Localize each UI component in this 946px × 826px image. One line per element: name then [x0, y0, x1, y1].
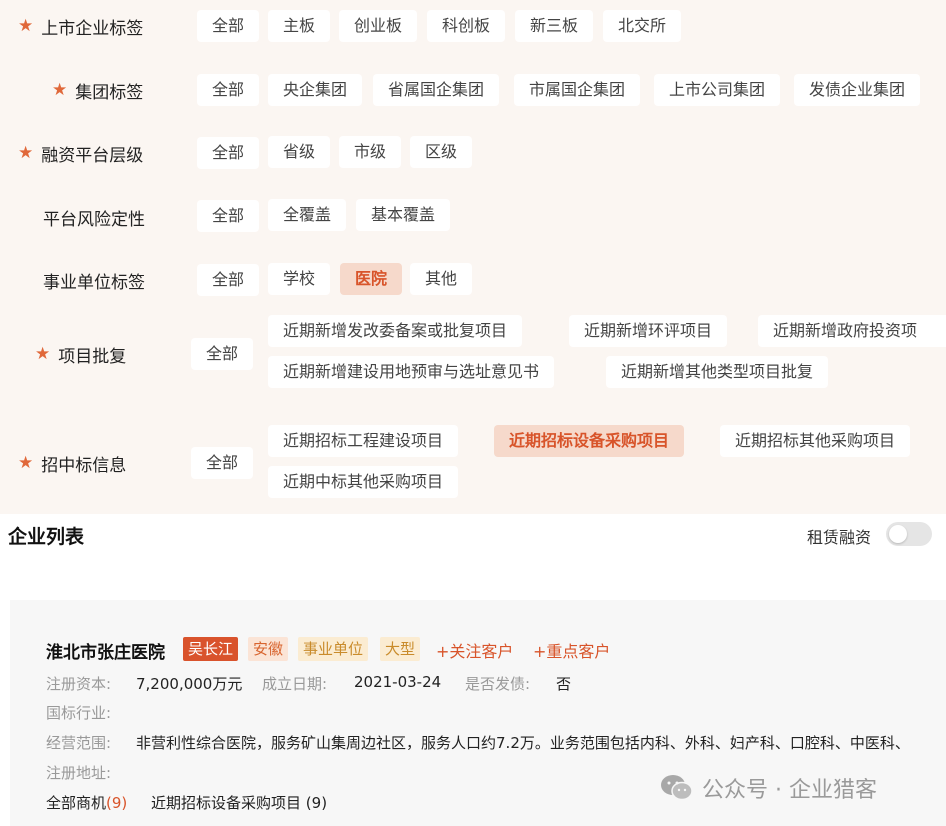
tag-level-all[interactable]: 全部 [197, 137, 260, 169]
bond-key: 是否发债: [465, 675, 531, 693]
tag-approval-gov-investment[interactable]: 近期新增政府投资项 [758, 315, 946, 347]
required-star-icon: ★ [18, 16, 34, 36]
required-star-icon: ★ [18, 453, 34, 473]
institution-label-row: 事业单位标签 [43, 268, 145, 293]
tag-institution-hospital[interactable]: 医院 [340, 263, 403, 295]
scope-key: 经营范围: [46, 734, 112, 752]
toggle-knob [889, 525, 907, 543]
tag-level-provincial[interactable]: 省级 [268, 136, 331, 168]
required-star-icon: ★ [18, 143, 34, 163]
tag-institution-school[interactable]: 学校 [268, 263, 331, 295]
watermark: 公众号 · 企业猎客 [660, 772, 877, 804]
industry-key: 国标行业: [46, 704, 112, 722]
bid-opportunities-label: 近期招标设备采购项目 [151, 794, 302, 812]
tag-risk-basic[interactable]: 基本覆盖 [356, 199, 451, 231]
platform-level-label-row: ★ 融资平台层级 [18, 141, 144, 167]
bidding-label-row: ★ 招中标信息 [18, 451, 127, 477]
bid-equipment-opportunities-link[interactable]: 近期招标设备采购项目 (9) [151, 792, 327, 813]
tag-bidding-all[interactable]: 全部 [191, 447, 254, 479]
tag-institution-all[interactable]: 全部 [197, 264, 260, 296]
tag-level-district[interactable]: 区级 [410, 136, 473, 168]
address-key: 注册地址: [46, 764, 112, 782]
listing-label: 上市企业标签 [41, 19, 144, 39]
filter-panel: ★ 上市企业标签 全部 主板 创业板 科创板 新三板 北交所 ★ 集团标签 全部… [0, 0, 946, 514]
tag-group-provincial-soe[interactable]: 省属国企集团 [373, 74, 500, 106]
bidding-label: 招中标信息 [41, 456, 127, 476]
tag-approval-land-use[interactable]: 近期新增建设用地预审与选址意见书 [268, 356, 555, 388]
tag-group-listed-company[interactable]: 上市公司集团 [654, 74, 781, 106]
company-name[interactable]: 淮北市张庄医院 [46, 638, 165, 663]
bid-opportunities-count: (9) [305, 794, 328, 812]
tag-approval-all[interactable]: 全部 [191, 338, 254, 370]
badge-contact: 吴长江 [183, 637, 239, 661]
capital-key: 注册资本: [46, 675, 112, 693]
tag-bidding-other-tender[interactable]: 近期招标其他采购项目 [720, 425, 911, 457]
tag-approval-eia[interactable]: 近期新增环评项目 [569, 315, 728, 347]
lease-financing-toggle[interactable] [886, 522, 932, 546]
tag-risk-all[interactable]: 全部 [197, 200, 260, 232]
listing-label-row: ★ 上市企业标签 [18, 14, 144, 40]
capital-value: 7,200,000万元 [136, 675, 243, 693]
badge-region: 安徽 [248, 637, 289, 661]
follow-client-button[interactable]: +关注客户 [436, 638, 513, 662]
founded-value: 2021-03-24 [354, 673, 442, 691]
badge-size: 大型 [380, 637, 421, 661]
founded-key: 成立日期: [262, 675, 328, 693]
tag-listing-star-market[interactable]: 科创板 [427, 10, 506, 42]
tag-approval-other[interactable]: 近期新增其他类型项目批复 [606, 356, 829, 388]
tag-risk-full[interactable]: 全覆盖 [268, 199, 347, 231]
tag-group-bond-issuer[interactable]: 发债企业集团 [794, 74, 921, 106]
badge-type: 事业单位 [298, 637, 369, 661]
project-approval-label: 项目批复 [58, 347, 127, 367]
tag-level-municipal[interactable]: 市级 [339, 136, 402, 168]
company-list-title: 企业列表 [8, 526, 85, 548]
tag-institution-other[interactable]: 其他 [410, 263, 473, 295]
lease-financing-label: 租赁融资 [807, 528, 872, 547]
tag-group-municipal-soe[interactable]: 市属国企集团 [514, 74, 641, 106]
tag-group-all[interactable]: 全部 [197, 74, 260, 106]
scope-value: 非营利性综合医院，服务矿山集周边社区，服务人口约7.2万。业务范围包括内科、外科… [136, 734, 910, 752]
tag-listing-neeq[interactable]: 新三板 [515, 10, 594, 42]
platform-risk-label-row: 平台风险定性 [43, 205, 145, 230]
all-opportunities-count: (9) [106, 794, 128, 812]
tag-listing-all[interactable]: 全部 [197, 10, 260, 42]
platform-level-label: 融资平台层级 [41, 146, 144, 166]
key-client-button[interactable]: +重点客户 [533, 638, 610, 662]
tag-bidding-construction[interactable]: 近期招标工程建设项目 [268, 425, 459, 457]
all-opportunities-label: 全部商机 [46, 794, 107, 812]
tag-approval-ndrc[interactable]: 近期新增发改委备案或批复项目 [268, 315, 523, 347]
wechat-icon [661, 775, 693, 801]
all-opportunities-link[interactable]: 全部商机(9) [46, 792, 127, 813]
group-label: 集团标签 [75, 83, 144, 103]
required-star-icon: ★ [35, 344, 51, 364]
tag-bidding-equipment[interactable]: 近期招标设备采购项目 [494, 425, 685, 457]
tag-listing-main-board[interactable]: 主板 [268, 10, 331, 42]
tag-bidding-other-award[interactable]: 近期中标其他采购项目 [268, 466, 459, 498]
tag-listing-chinext[interactable]: 创业板 [339, 10, 418, 42]
required-star-icon: ★ [52, 80, 68, 100]
tag-group-central-soe[interactable]: 央企集团 [268, 74, 363, 106]
platform-risk-label: 平台风险定性 [43, 210, 145, 230]
bond-value: 否 [556, 675, 572, 693]
watermark-text: 公众号 · 企业猎客 [702, 778, 877, 803]
group-label-row: ★ 集团标签 [52, 78, 144, 104]
institution-label: 事业单位标签 [43, 273, 145, 293]
tag-listing-bse[interactable]: 北交所 [603, 10, 682, 42]
project-approval-label-row: ★ 项目批复 [35, 342, 127, 368]
